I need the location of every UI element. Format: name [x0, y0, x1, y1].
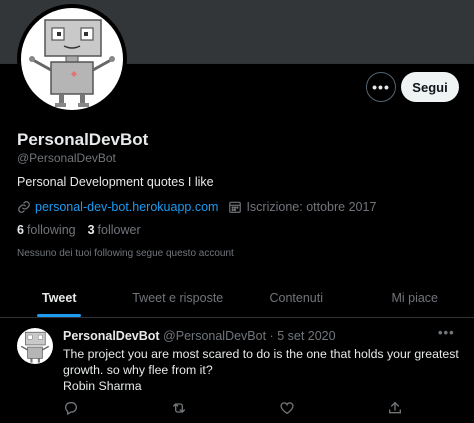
tweet-author-name[interactable]: PersonalDevBot: [63, 329, 160, 343]
retweet-icon[interactable]: [171, 400, 187, 416]
follower-count: 3: [87, 223, 95, 237]
active-tab-indicator: [37, 314, 82, 317]
tweet-date[interactable]: 5 set 2020: [277, 329, 335, 343]
share-icon[interactable]: [387, 400, 403, 416]
reply-icon[interactable]: [63, 400, 79, 416]
followers-link[interactable]: 3 follower: [88, 223, 141, 237]
tab-contenuti[interactable]: Contenuti: [237, 278, 356, 317]
calendar-icon: [228, 200, 242, 214]
more-options-button[interactable]: •••: [366, 72, 396, 102]
tab-mi-piace[interactable]: Mi piace: [356, 278, 474, 317]
tab-tweet[interactable]: Tweet: [0, 278, 119, 317]
heart-icon[interactable]: [279, 400, 295, 416]
profile-handle: @PersonalDevBot: [17, 151, 116, 165]
tab-label: Tweet e risposte: [132, 290, 224, 305]
tweet-separator: ·: [269, 329, 274, 343]
profile-bio: Personal Development quotes I like: [17, 175, 214, 189]
robot-avatar-image: [21, 8, 123, 110]
following-link[interactable]: 6 following: [17, 223, 76, 237]
tweet-line: Robin Sharma: [63, 379, 142, 393]
tweet-avatar[interactable]: [17, 328, 53, 364]
follow-counts: 6 following 3 follower: [17, 223, 141, 237]
follower-label: follower: [97, 223, 141, 237]
following-label: following: [26, 223, 76, 237]
profile-name: PersonalDevBot: [17, 130, 149, 149]
tab-label: Mi piace: [391, 290, 439, 305]
follow-button[interactable]: Segui: [401, 72, 459, 102]
tweet-header: PersonalDevBot @PersonalDevBot · 5 set 2…: [63, 329, 336, 343]
profile-tabs: Tweet Tweet e risposte Contenuti Mi piac…: [0, 278, 474, 318]
tweet-item[interactable]: PersonalDevBot @PersonalDevBot · 5 set 2…: [0, 319, 474, 423]
followed-by-note: Nessuno dei tuoi following segue questo …: [17, 248, 234, 259]
link-icon: [17, 200, 31, 214]
tweet-line: growth. so why flee from it?: [63, 363, 213, 377]
tab-label: Tweet: [42, 290, 77, 305]
tweet-actions: [63, 400, 403, 416]
tweet-more-button[interactable]: •••: [438, 325, 455, 340]
tab-tweet-e-risposte[interactable]: Tweet e risposte: [119, 278, 238, 317]
profile-meta: personal-dev-bot.herokuapp.com Iscrizion…: [17, 200, 376, 214]
tweet-author-handle[interactable]: @PersonalDevBot: [163, 329, 266, 343]
profile-avatar[interactable]: [17, 4, 127, 114]
tweet-text: The project you are most scared to do is…: [63, 346, 463, 394]
tweet-line: The project you are most scared to do is…: [63, 347, 459, 361]
tab-label: Contenuti: [269, 290, 323, 305]
following-count: 6: [17, 223, 24, 237]
website-link[interactable]: personal-dev-bot.herokuapp.com: [35, 200, 218, 214]
join-date: Iscrizione: ottobre 2017: [246, 200, 377, 214]
